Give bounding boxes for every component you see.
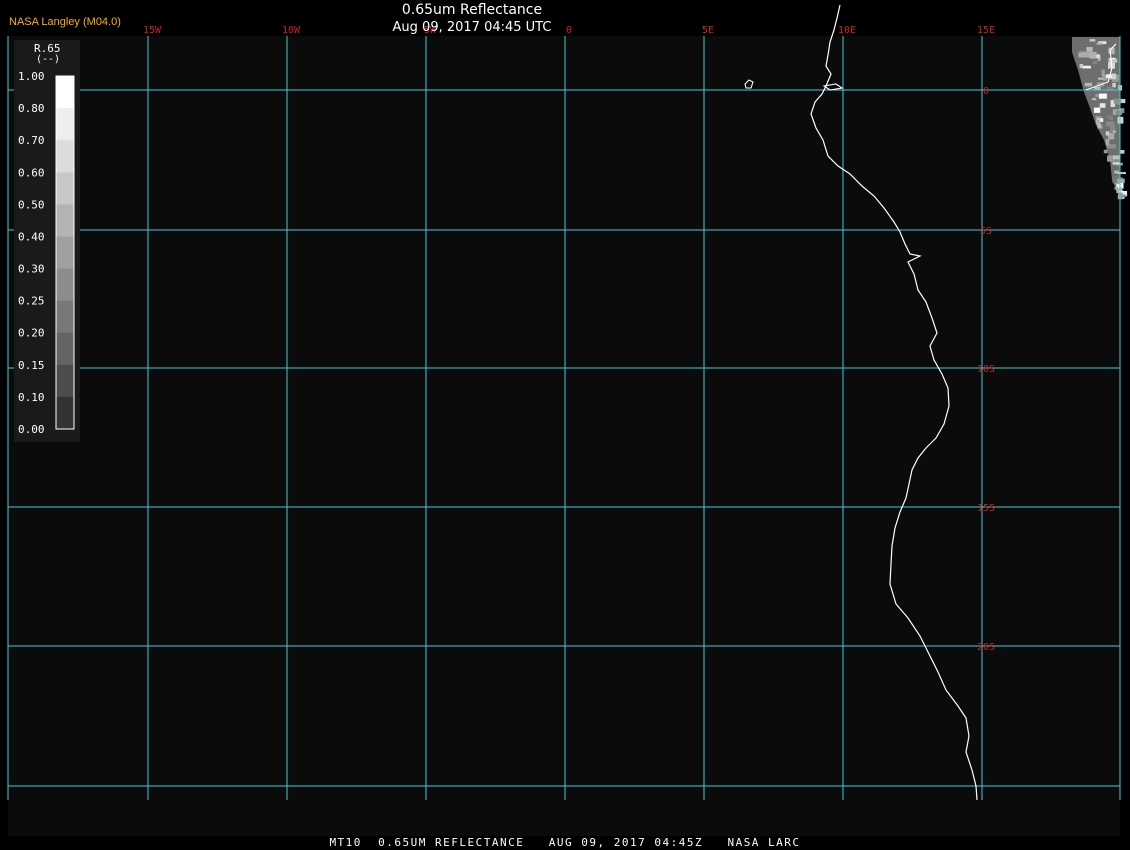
cloud-pixel xyxy=(1094,86,1101,90)
satellite-image-frame: 15W 10W 5W 0 5E 10E 15E 0 5S 10S 15S 20S NASA Langl… xyxy=(0,0,1130,850)
longitude-label: 15E xyxy=(977,25,995,36)
cloud-pixel xyxy=(1111,73,1116,80)
island-outline xyxy=(744,79,754,89)
latitude-label: 5S xyxy=(980,226,992,237)
cloud-pixel xyxy=(1117,178,1125,184)
legend-tick-label: 0.60 xyxy=(18,166,45,179)
cloud-pixel xyxy=(1099,103,1106,108)
cloud-pixel xyxy=(1096,54,1100,59)
cloud-pixel xyxy=(1112,82,1116,88)
cloud-pixel xyxy=(1093,107,1101,113)
legend-tick-label: 0.50 xyxy=(18,198,45,211)
coastline-path xyxy=(810,4,978,801)
cloud-pixel xyxy=(1118,187,1123,191)
cloud-pixel xyxy=(1112,162,1121,165)
legend-tick-label: 0.80 xyxy=(18,102,45,115)
cloud-pixel xyxy=(1114,187,1118,190)
cloud-pixel xyxy=(1097,123,1102,128)
latitude-label: 0 xyxy=(983,86,989,97)
cloud-pixel xyxy=(1105,115,1113,118)
color-legend: R.65 (--) 1.00 0.80 0.70 0.60 0.50 0.40 0.30 0.… xyxy=(14,40,80,442)
cloud-pixel xyxy=(1089,39,1096,42)
cloud-pixel xyxy=(1096,42,1103,45)
footer-caption: MT10 0.65UM REFLECTANCE AUG 09, 2017 04:… xyxy=(329,836,801,849)
cloud-pixel xyxy=(1099,93,1107,99)
cloud-pixel xyxy=(1113,155,1120,160)
cloud-pixel xyxy=(1108,59,1118,63)
image-timestamp: Aug 09, 2017 04:45 UTC xyxy=(392,20,552,35)
legend-tick-label: 0.15 xyxy=(18,359,45,372)
legend-bin xyxy=(56,300,74,334)
legend-tick-label: 0.40 xyxy=(18,230,45,243)
cloud-pixel xyxy=(1082,51,1091,58)
cloud-pixel xyxy=(1086,47,1093,52)
legend-tick-label: 1.00 xyxy=(18,70,45,83)
cloud-pixel xyxy=(1084,82,1093,87)
cloud-pixel xyxy=(1082,65,1091,69)
cloud-pixel xyxy=(1101,69,1105,77)
grid-labels: 15W 10W 5W 0 5E 10E 15E05S10S15S20S xyxy=(143,25,995,653)
legend-bin xyxy=(56,236,74,270)
legend-bin xyxy=(56,364,74,398)
cloud-pixel xyxy=(1105,131,1110,136)
coastline xyxy=(744,4,1117,801)
legend-colorbar: 1.00 0.80 0.70 0.60 0.50 0.40 0.30 0.25 0.20 0.15… xyxy=(18,70,75,436)
image-title: 0.65um Reflectance xyxy=(401,2,543,18)
legend-tick-label: 0.00 xyxy=(18,423,45,436)
legend-bin xyxy=(56,108,74,141)
legend-bin xyxy=(56,268,74,302)
latitude-label: 15S xyxy=(977,503,995,514)
legend-bin xyxy=(56,396,74,430)
legend-tick-label: 0.20 xyxy=(18,327,45,340)
graticule xyxy=(7,36,1121,800)
cloud-pixel xyxy=(1116,184,1122,187)
legend-bin xyxy=(56,172,74,205)
cloud-pixel xyxy=(1079,64,1084,69)
legend-bin xyxy=(56,204,74,237)
legend-tick-label: 0.25 xyxy=(18,295,45,308)
legend-bin xyxy=(56,140,74,173)
cloud-pixel xyxy=(1092,61,1098,64)
cloud-pixel xyxy=(1118,192,1123,200)
legend-bin xyxy=(56,332,74,366)
cloud-pixel xyxy=(1098,77,1104,80)
cloud-pixel xyxy=(1116,110,1123,115)
legend-bin xyxy=(56,76,74,109)
latitude-label: 10S xyxy=(977,364,995,375)
cloud-pixel xyxy=(1103,149,1108,154)
cloud-pixel xyxy=(1112,130,1117,133)
cloud-pixel xyxy=(1091,98,1097,101)
map-canvas: 15W 10W 5W 0 5E 10E 15E05S10S15S20S xyxy=(7,4,1128,801)
legend-tick-label: 0.10 xyxy=(18,391,45,404)
cloud-pixel xyxy=(1105,139,1110,146)
cloud-patch xyxy=(1072,37,1128,200)
cloud-pixel xyxy=(1117,172,1126,175)
legend-tick-label: 0.70 xyxy=(18,134,45,147)
latitude-label: 20S xyxy=(977,642,995,653)
cloud-pixel xyxy=(1089,51,1097,59)
cloud-pixel xyxy=(1095,116,1102,119)
legend-tick-label: 0.30 xyxy=(18,263,45,276)
